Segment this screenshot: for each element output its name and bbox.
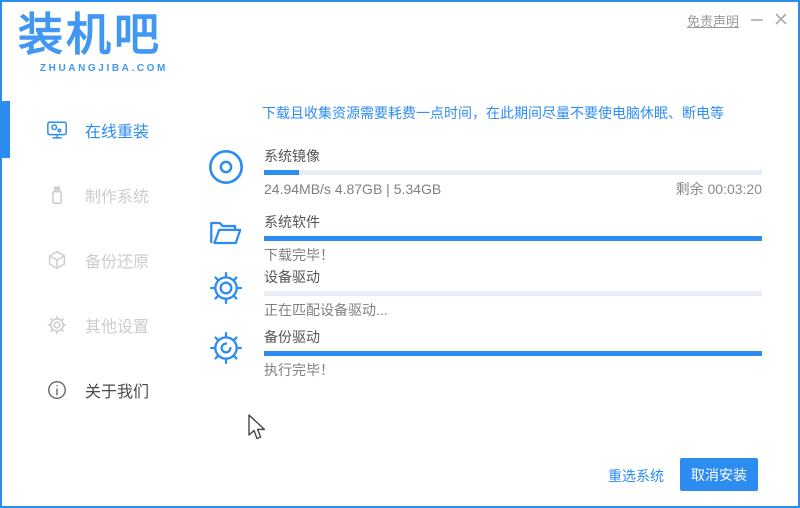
app-logo-subtext: ZHUANGJIBA.COM bbox=[39, 63, 168, 74]
close-icon bbox=[775, 13, 787, 25]
task-status-text: 正在匹配设备驱动... bbox=[264, 302, 388, 318]
gear-icon bbox=[210, 272, 242, 304]
close-button[interactable] bbox=[772, 10, 790, 28]
sidebar-item-other-settings[interactable]: 其他设置 bbox=[2, 292, 192, 357]
task-status-text: 24.94MB/s 4.87GB | 5.34GB bbox=[264, 181, 442, 197]
open-folder-icon bbox=[210, 221, 242, 245]
progress-fill bbox=[264, 170, 299, 175]
task-status-text: 下载完毕！ bbox=[264, 247, 334, 263]
task-title: 备份驱动 bbox=[264, 329, 320, 345]
settings-gear-icon bbox=[47, 315, 67, 334]
disclaimer-link[interactable]: 免责声明 bbox=[687, 11, 739, 30]
sidebar-item-make-system[interactable]: 制作系统 bbox=[2, 162, 192, 227]
progress-bar bbox=[264, 291, 762, 296]
cancel-install-button[interactable]: 取消安装 bbox=[680, 458, 758, 491]
task-title: 设备驱动 bbox=[264, 269, 320, 285]
download-notice: 下载且收集资源需要耗费一点时间，在此期间尽量不要使电脑休眠、断电等 bbox=[262, 105, 724, 121]
minimize-icon bbox=[751, 19, 763, 21]
sidebar-item-backup-restore[interactable]: 备份还原 bbox=[2, 227, 192, 292]
sidebar: 在线重装 制作系统 备份还原 其他设置 关于我们 bbox=[2, 97, 192, 422]
progress-bar bbox=[264, 170, 762, 175]
time-remaining: 剩余 00:03:20 bbox=[675, 181, 762, 197]
sidebar-item-label: 制作系统 bbox=[85, 188, 150, 206]
info-icon bbox=[48, 380, 66, 399]
backup-box-icon bbox=[48, 250, 66, 269]
usb-drive-icon bbox=[52, 185, 62, 204]
reselect-system-button[interactable]: 重选系统 bbox=[608, 466, 664, 486]
task-status-text: 执行完毕！ bbox=[264, 362, 334, 378]
sidebar-item-label: 备份还原 bbox=[85, 253, 150, 271]
monitor-icon bbox=[47, 120, 67, 139]
progress-bar bbox=[264, 236, 762, 241]
sidebar-item-label: 其他设置 bbox=[85, 318, 150, 336]
app-logo: 装机吧 bbox=[18, 9, 163, 60]
mouse-cursor bbox=[248, 414, 266, 440]
sidebar-item-label: 在线重装 bbox=[85, 123, 150, 141]
task-title: 系统镜像 bbox=[264, 148, 320, 164]
sidebar-item-online-reinstall[interactable]: 在线重装 bbox=[2, 97, 192, 162]
sidebar-item-label: 关于我们 bbox=[85, 383, 150, 401]
progress-fill bbox=[264, 351, 762, 356]
task-title: 系统软件 bbox=[264, 214, 320, 230]
sidebar-item-about-us[interactable]: 关于我们 bbox=[2, 357, 192, 422]
gear-sync-icon bbox=[210, 332, 242, 364]
progress-fill bbox=[264, 236, 762, 241]
progress-bar bbox=[264, 351, 762, 356]
app-window: 装机吧 ZHUANGJIBA.COM 免责声明 在线重装 制作系统 备份还原 其… bbox=[0, 0, 800, 508]
minimize-button[interactable] bbox=[748, 10, 766, 28]
disc-icon bbox=[208, 149, 244, 185]
